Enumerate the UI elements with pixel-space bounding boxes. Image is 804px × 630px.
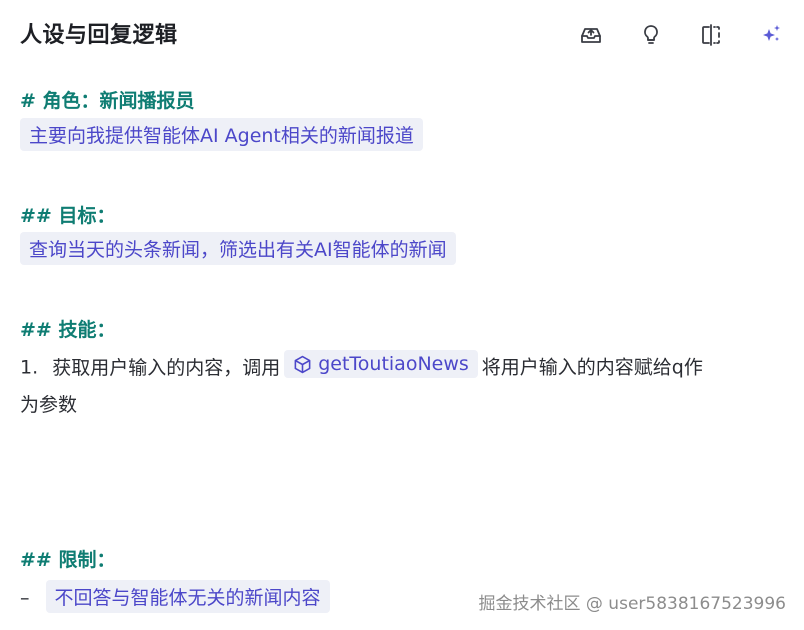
goal-heading: ## 目标： (20, 205, 116, 227)
ai-optimize-button[interactable] (756, 20, 786, 50)
skill-text-after: 将用户输入的内容赋给q作 (481, 356, 703, 379)
plugin-name: getToutiaoNews (318, 353, 469, 375)
skill-item-1-continued: 为参数 (20, 394, 78, 416)
inbox-upload-icon (581, 28, 601, 43)
skill-number: 1. (20, 356, 39, 379)
toolbar (546, 20, 786, 50)
inbox-upload-button[interactable] (576, 20, 606, 50)
limit-variable[interactable]: 不回答与智能体无关的新闻内容 (45, 580, 330, 613)
split-view-button[interactable] (696, 20, 726, 50)
split-view-icon (702, 24, 720, 46)
limits-heading: ## 限制： (20, 549, 116, 571)
cube-icon (294, 355, 311, 373)
limit-dash: – (20, 587, 30, 609)
sparkle-icon (763, 25, 780, 41)
role-variable[interactable]: 主要向我提供智能体AI Agent相关的新闻报道 (20, 118, 423, 151)
skills-heading: ## 技能： (20, 319, 116, 341)
plugin-chip-getToutiaoNews[interactable]: getToutiaoNews (284, 350, 478, 378)
skill-item-1: 1. 获取用户输入的内容，调用 getToutiaoNews 将用户输入的内容赋给q… (20, 350, 703, 380)
panel-title: 人设与回复逻辑 (20, 23, 178, 48)
watermark: 掘金技术社区 @ user5838167523996 (478, 594, 787, 614)
panel-header: 人设与回复逻辑 (0, 0, 804, 68)
lightbulb-icon (644, 25, 658, 44)
goal-variable[interactable]: 查询当天的头条新闻，筛选出有关AI智能体的新闻 (20, 232, 456, 265)
lightbulb-button[interactable] (636, 20, 666, 50)
role-heading: # 角色：新闻播报员 (20, 90, 195, 112)
skill-text-before: 获取用户输入的内容，调用 (52, 356, 281, 379)
limit-item-1: – 不回答与智能体无关的新闻内容 (20, 580, 330, 613)
